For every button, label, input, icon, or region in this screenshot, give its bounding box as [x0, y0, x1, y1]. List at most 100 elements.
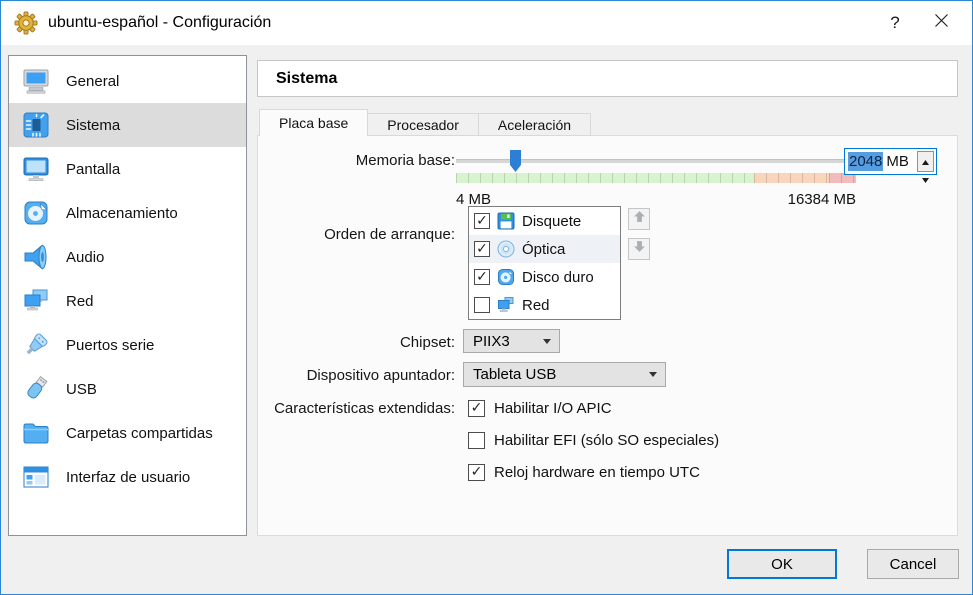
- sidebar-item-pantalla[interactable]: Pantalla: [9, 147, 246, 191]
- checkbox[interactable]: ✓: [474, 269, 490, 285]
- speaker-icon: [21, 242, 51, 272]
- pointing-device-label: Dispositivo apuntador:: [307, 367, 455, 384]
- feature-efi[interactable]: Habilitar EFI (sólo SO especiales): [468, 430, 719, 450]
- sidebar-item-label: Interfaz de usuario: [66, 469, 190, 486]
- spin-down-icon: [922, 170, 929, 188]
- arrow-up-icon: [633, 210, 646, 228]
- feature-utc-clock[interactable]: ✓ Reloj hardware en tiempo UTC: [468, 462, 700, 482]
- slider-scale: [456, 173, 856, 183]
- display-icon: [21, 154, 51, 184]
- network-icon: [21, 286, 51, 316]
- arrow-down-icon: [633, 240, 646, 258]
- general-icon: [21, 66, 51, 96]
- help-button[interactable]: ?: [872, 1, 918, 45]
- chipset-value: PIIX3: [473, 333, 510, 350]
- sidebar-item-label: Audio: [66, 249, 104, 266]
- boot-row-optica[interactable]: ✓ Óptica: [469, 235, 620, 263]
- network-boot-icon: [496, 295, 516, 315]
- tab-procesador[interactable]: Procesador: [368, 113, 479, 136]
- feature-label: Habilitar I/O APIC: [494, 400, 612, 417]
- sidebar-item-label: Almacenamiento: [66, 205, 178, 222]
- optical-disc-icon: [496, 239, 516, 259]
- check-mark: ✓: [471, 400, 483, 414]
- boot-item-label: Disquete: [522, 213, 581, 230]
- pointing-device-combo[interactable]: Tableta USB: [463, 362, 666, 387]
- tab-label: Procesador: [387, 117, 459, 133]
- boot-item-label: Óptica: [522, 241, 565, 258]
- tab-aceleracion[interactable]: Aceleración: [479, 113, 591, 136]
- sidebar-item-audio[interactable]: Audio: [9, 235, 246, 279]
- memory-slider[interactable]: [456, 146, 856, 194]
- sidebar-item-label: Pantalla: [66, 161, 120, 178]
- sidebar-item-interfaz-usuario[interactable]: Interfaz de usuario: [9, 455, 246, 499]
- move-up-button[interactable]: [628, 208, 650, 230]
- tab-label: Aceleración: [498, 117, 571, 133]
- category-sidebar: General Sistema: [8, 55, 247, 536]
- chevron-down-icon: [649, 372, 657, 377]
- checkbox[interactable]: ✓: [468, 464, 485, 481]
- boot-row-disquete[interactable]: ✓ Disquete: [469, 207, 620, 235]
- dialog-body: General Sistema: [1, 45, 972, 594]
- checkbox[interactable]: ✓: [468, 400, 485, 417]
- checkbox[interactable]: [468, 432, 485, 449]
- feature-label: Habilitar EFI (sólo SO especiales): [494, 432, 719, 449]
- window-ui-icon: [21, 462, 51, 492]
- boot-row-disco-duro[interactable]: ✓ Disco duro: [469, 263, 620, 291]
- boot-row-red[interactable]: Red: [469, 291, 620, 319]
- cancel-button[interactable]: Cancel: [867, 549, 959, 579]
- floppy-icon: [496, 211, 516, 231]
- page-header: Sistema: [257, 60, 958, 97]
- check-mark: ✓: [471, 464, 483, 478]
- spin-buttons: [917, 151, 934, 172]
- feature-label: Reloj hardware en tiempo UTC: [494, 464, 700, 481]
- spin-down-button[interactable]: [918, 170, 933, 188]
- sidebar-item-sistema[interactable]: Sistema: [9, 103, 246, 147]
- slider-handle[interactable]: [510, 150, 521, 172]
- sidebar-item-label: Red: [66, 293, 94, 310]
- memory-value[interactable]: 2048: [848, 152, 883, 171]
- serial-port-icon: [21, 330, 51, 360]
- memory-unit: MB: [886, 153, 917, 170]
- scale-green-zone: [456, 173, 754, 183]
- sidebar-item-carpetas-compartidas[interactable]: Carpetas compartidas: [9, 411, 246, 455]
- check-mark: ✓: [476, 241, 488, 255]
- chevron-down-icon: [543, 339, 551, 344]
- sidebar-item-almacenamiento[interactable]: Almacenamiento: [9, 191, 246, 235]
- sidebar-item-label: Puertos serie: [66, 337, 154, 354]
- spin-up-button[interactable]: [918, 152, 933, 170]
- settings-dialog: ubuntu-español - Configuración ?: [0, 0, 973, 595]
- chipset-label: Chipset:: [400, 334, 455, 351]
- sidebar-item-usb[interactable]: USB: [9, 367, 246, 411]
- pointing-device-value: Tableta USB: [473, 366, 556, 383]
- system-chip-icon: [21, 110, 51, 140]
- checkbox[interactable]: ✓: [474, 213, 490, 229]
- chipset-combo[interactable]: PIIX3: [463, 329, 560, 353]
- memory-max-label: 16384 MB: [706, 191, 856, 208]
- settings-gear-icon: [14, 11, 38, 35]
- checkbox[interactable]: ✓: [474, 241, 490, 257]
- move-down-button[interactable]: [628, 238, 650, 260]
- hard-disk-icon: [496, 267, 516, 287]
- sidebar-item-red[interactable]: Red: [9, 279, 246, 323]
- sidebar-item-label: Carpetas compartidas: [66, 425, 213, 442]
- sidebar-item-general[interactable]: General: [9, 59, 246, 103]
- scale-orange-zone: [754, 173, 829, 183]
- tab-placa-base[interactable]: Placa base: [259, 109, 368, 136]
- memory-spinbox[interactable]: 2048 MB: [844, 148, 937, 175]
- page-title: Sistema: [276, 70, 337, 88]
- window-title: ubuntu-español - Configuración: [48, 14, 271, 32]
- boot-item-label: Disco duro: [522, 269, 594, 286]
- sidebar-item-puertos-serie[interactable]: Puertos serie: [9, 323, 246, 367]
- ok-button[interactable]: OK: [727, 549, 837, 579]
- boot-order-list: ✓ Disquete ✓: [468, 206, 621, 320]
- checkbox[interactable]: [474, 297, 490, 313]
- spin-up-icon: [922, 152, 929, 170]
- motherboard-panel: Memoria base: 4 MB 16384 MB 2048 MB: [257, 135, 958, 536]
- sidebar-item-label: General: [66, 73, 119, 90]
- feature-io-apic[interactable]: ✓ Habilitar I/O APIC: [468, 398, 612, 418]
- extended-features-label: Características extendidas:: [274, 400, 455, 417]
- boot-order-label: Orden de arranque:: [324, 226, 455, 243]
- close-button[interactable]: [918, 1, 964, 45]
- check-mark: ✓: [476, 213, 488, 227]
- storage-disk-icon: [21, 198, 51, 228]
